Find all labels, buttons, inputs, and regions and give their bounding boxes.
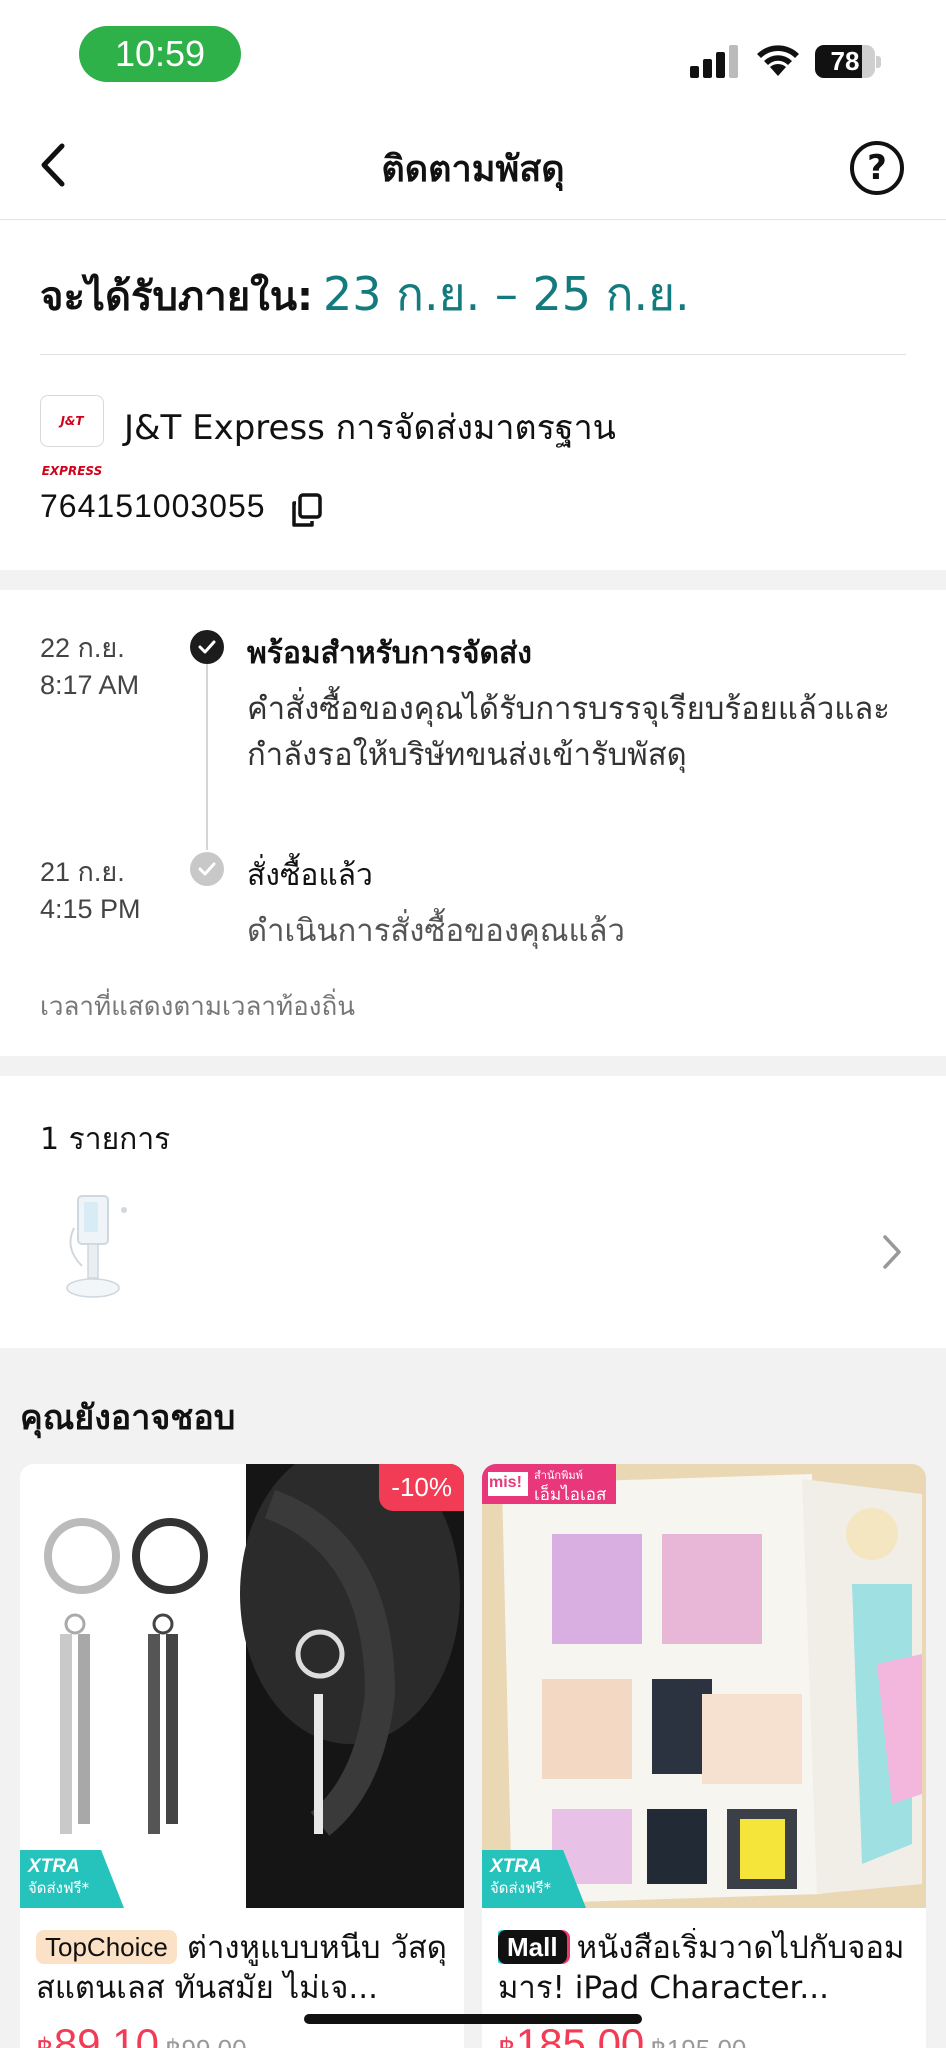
timezone-note: เวลาที่แสดงตามเวลาท้องถิ่น xyxy=(40,992,355,1022)
product-thumbnail[interactable] xyxy=(60,1188,142,1308)
timeline-status-title: สั่งซื้อแล้ว xyxy=(247,858,373,893)
tracking-number: 764151003055 xyxy=(40,488,266,524)
original-price: ฿195.00 xyxy=(650,2034,746,2048)
product-image: mis! สำนักพิมพ์ เอ็มไอเอส XTRA จัดส่งฟรี… xyxy=(482,1464,926,1908)
carrier-logo: J&T EXPRESS xyxy=(40,395,104,478)
timeline-time: 4:15 PM xyxy=(40,894,141,924)
product-title: Mall หนังสือเริ่มวาดไปกับจอมมาร! iPad Cha… xyxy=(498,1928,918,2012)
product-price: ฿89.10 ฿99.00 xyxy=(36,2020,247,2048)
publisher-name: เอ็มไอเอส xyxy=(534,1485,607,1505)
status-time: 10:59 xyxy=(79,26,241,82)
topchoice-tag: TopChoice xyxy=(36,1930,177,1964)
check-circle-icon xyxy=(190,852,224,886)
chevron-right-icon[interactable] xyxy=(880,1232,904,1272)
section-separator xyxy=(0,1056,946,1076)
original-price: ฿99.00 xyxy=(165,2034,247,2048)
free-shipping-label: จัดส่งฟรี* xyxy=(28,1879,90,1897)
home-indicator xyxy=(304,2014,642,2024)
product-image: -10% XTRA จัดส่งฟรี* xyxy=(20,1464,464,1908)
timeline-status-description: ดำเนินการสั่งซื้อของคุณแล้ว xyxy=(247,913,625,949)
eta-date-range: 23 ก.ย. – 25 ก.ย. xyxy=(323,267,690,321)
cellular-signal-icon xyxy=(690,44,740,78)
recommendations-title: คุณยังอาจชอบ xyxy=(20,1398,236,1438)
mall-tag: Mall xyxy=(498,1930,567,1964)
current-price: 185.00 xyxy=(515,2020,645,2048)
wifi-icon xyxy=(757,45,799,76)
carrier-name: J&T Express การจัดส่งมาตรฐาน xyxy=(124,408,616,448)
product-card[interactable]: mis! สำนักพิมพ์ เอ็มไอเอส XTRA จัดส่งฟรี… xyxy=(482,1464,926,2048)
product-price: ฿185.00 ฿195.00 xyxy=(498,2020,746,2048)
book-image xyxy=(482,1464,926,1908)
divider xyxy=(40,354,906,355)
copy-icon[interactable] xyxy=(290,492,324,528)
timeline-date-2: 21 ก.ย. 4:15 PM xyxy=(40,854,141,928)
earrings-image xyxy=(20,1464,464,1908)
timeline-time: 8:17 AM xyxy=(40,670,140,700)
timeline-status-description: คำสั่งซื้อของคุณได้รับการบรรจุเรียบร้อยแ… xyxy=(247,691,890,773)
currency-symbol: ฿ xyxy=(36,2033,54,2048)
page-title: ติดตามพัสดุ xyxy=(381,149,565,190)
app-header: ติดตามพัสดุ ? xyxy=(0,110,946,220)
free-shipping-label: จัดส่งฟรี* xyxy=(490,1879,552,1897)
current-price: 89.10 xyxy=(53,2020,159,2048)
battery-percent: 78 xyxy=(830,46,860,76)
timeline-status-title: พร้อมสำหรับการจัดส่ง xyxy=(247,636,532,671)
publisher-logo: mis! xyxy=(489,1474,522,1491)
section-separator xyxy=(0,570,946,590)
currency-symbol: ฿ xyxy=(498,2033,516,2048)
discount-badge: -10% xyxy=(379,1464,464,1511)
eta-label: จะได้รับภายใน: xyxy=(40,274,314,320)
check-circle-icon xyxy=(190,630,224,664)
timeline-day: 21 ก.ย. xyxy=(40,857,125,887)
help-icon[interactable]: ? xyxy=(850,141,904,195)
items-count: 1 รายการ xyxy=(40,1122,171,1157)
timeline-day: 22 ก.ย. xyxy=(40,633,125,663)
estimated-delivery: จะได้รับภายใน: 23 ก.ย. – 25 ก.ย. xyxy=(40,258,690,331)
battery-icon: 78 xyxy=(815,45,881,78)
product-card[interactable]: -10% XTRA จัดส่งฟรี* TopChoice ต่างหูแบบห… xyxy=(20,1464,464,2048)
timeline-date-1: 22 ก.ย. 8:17 AM xyxy=(40,630,139,704)
timeline-connector xyxy=(206,664,208,850)
status-bar: 10:59 78 xyxy=(0,0,946,110)
product-title: TopChoice ต่างหูแบบหนีบ วัสดุสแตนเลส ทันส… xyxy=(36,1928,456,2012)
